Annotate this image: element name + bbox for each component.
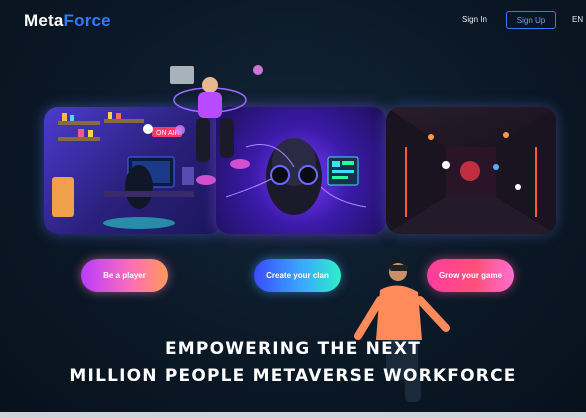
headline-line-2: MILLION PEOPLE METAVERSE WORKFORCE [69, 366, 517, 386]
sign-in-link[interactable]: Sign In [462, 15, 487, 24]
neon-corridor-art [386, 107, 556, 234]
be-a-player-button[interactable]: Be a player [81, 259, 168, 292]
orb-icon [253, 65, 263, 75]
logo-text-meta: Meta [24, 11, 64, 30]
top-navigation: MetaForce Sign In Sign Up EN [0, 0, 586, 42]
avatar-head [202, 77, 218, 93]
headline-line-1: EMPOWERING THE NEXT [164, 339, 422, 359]
logo-text-force: Force [63, 11, 111, 30]
vr-headset-icon [390, 265, 408, 271]
gaming-room-art: ON AIR [52, 112, 194, 229]
cyber-head-illustration [216, 107, 386, 234]
create-clan-button[interactable]: Create your clan [254, 259, 341, 292]
vr-character-arm-left [354, 296, 384, 340]
bottom-scrollbar[interactable] [0, 412, 586, 418]
neon-corridor-illustration [386, 107, 556, 234]
cyber-head-art [225, 138, 367, 215]
svg-text:ON AIR: ON AIR [156, 130, 180, 137]
language-selector[interactable]: EN [572, 15, 583, 24]
metaforce-logo[interactable]: MetaForce [24, 11, 111, 31]
gaming-room-illustration: ON AIR [44, 107, 222, 234]
vr-character-head [389, 263, 407, 281]
vr-character-jacket [376, 285, 422, 340]
grow-game-button[interactable]: Grow your game [427, 259, 514, 292]
vr-character-arm-right [416, 296, 450, 332]
hologram-screen-icon [170, 66, 194, 84]
sign-up-button[interactable]: Sign Up [506, 11, 556, 29]
